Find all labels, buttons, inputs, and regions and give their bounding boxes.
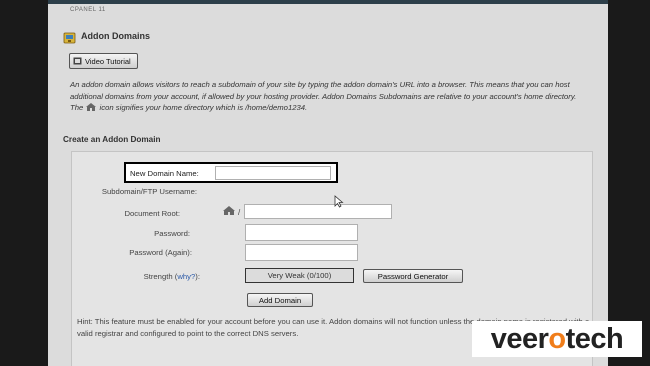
create-section-title: Create an Addon Domain [63, 135, 161, 144]
veerotech-logo-text: veerotech [490, 323, 624, 355]
docroot-prefix: / [238, 208, 241, 217]
password-label: Password: [154, 229, 190, 238]
description-text: An addon domain allows visitors to reach… [70, 80, 577, 112]
cpanel-page: CPANEL 11 Addon Domains Video Tutorial A… [48, 0, 608, 366]
new-domain-input[interactable] [215, 166, 331, 180]
password-input[interactable] [245, 224, 358, 241]
new-domain-highlight: New Domain Name: [124, 162, 338, 183]
cursor-icon [334, 195, 344, 208]
docroot-label: Document Root: [124, 209, 180, 218]
password-again-input[interactable] [245, 244, 358, 261]
page-title: Addon Domains [81, 31, 150, 41]
home-icon [86, 103, 97, 111]
film-icon [73, 57, 82, 65]
veerotech-watermark: veerotech [472, 321, 642, 357]
why-link[interactable]: why? [177, 272, 195, 281]
addon-domains-icon [63, 32, 76, 44]
strength-label: Strength (why?): [143, 272, 200, 281]
add-domain-button[interactable]: Add Domain [247, 293, 313, 307]
docroot-input[interactable] [244, 204, 392, 219]
breadcrumb[interactable]: CPANEL 11 [70, 7, 106, 13]
subdomain-label: Subdomain/FTP Username: [101, 187, 197, 196]
video-tutorial-label: Video Tutorial [85, 56, 131, 66]
password-generator-button[interactable]: Password Generator [363, 269, 463, 283]
password-strength-meter: Very Weak (0/100) [245, 268, 354, 283]
home-icon [223, 206, 235, 215]
header-banner [48, 0, 608, 4]
new-domain-label: New Domain Name: [130, 169, 199, 178]
video-tutorial-button[interactable]: Video Tutorial [69, 53, 138, 69]
password-again-label: Password (Again): [129, 248, 192, 257]
